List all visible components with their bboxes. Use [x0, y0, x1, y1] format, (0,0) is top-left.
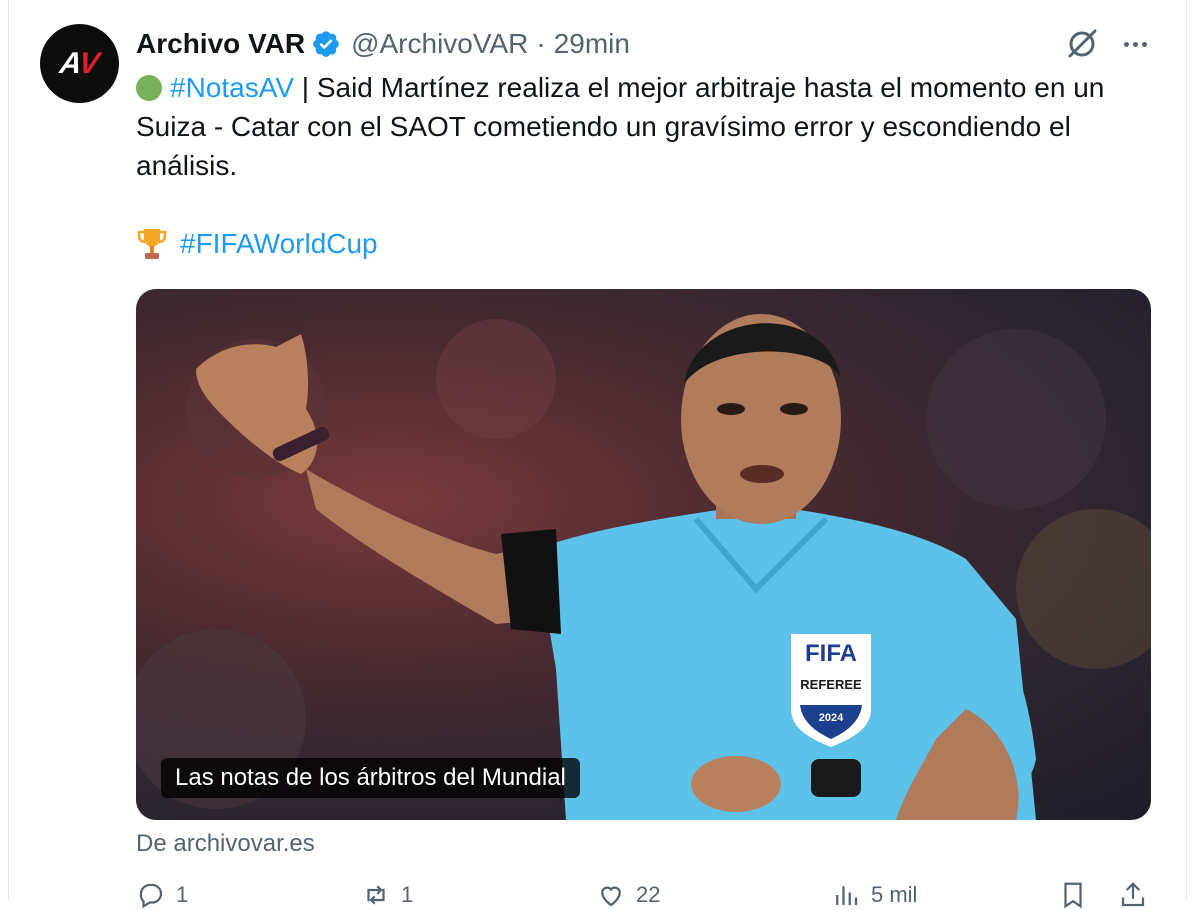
repost-count: 1 — [401, 882, 414, 907]
tweet-header: Archivo VAR @ArchivoVAR · 29min — [136, 24, 630, 64]
timestamp[interactable]: 29min — [554, 28, 630, 60]
trophy-emoji — [137, 229, 167, 259]
like-button[interactable]: 22 — [596, 880, 660, 910]
badge-referee-text: REFEREE — [800, 677, 862, 692]
repost-button[interactable]: 1 — [361, 880, 413, 910]
tweet-text: #NotasAV | Said Martínez realiza el mejo… — [136, 68, 1156, 185]
card-caption: Las notas de los árbitros del Mundial — [161, 758, 580, 798]
hashtag-line: #FIFAWorldCup — [136, 224, 378, 264]
tweet[interactable]: AV Archivo VAR @ArchivoVAR · 29min #Nota… — [0, 0, 1200, 909]
link-card-image[interactable]: FIFA REFEREE 2024 Las notas de los árbit… — [136, 289, 1151, 820]
tweet-actions: 1 1 22 5 mil — [136, 880, 1151, 910]
views-count: 5 mil — [871, 882, 918, 907]
separator-dot: · — [536, 28, 546, 59]
bookmark-button[interactable] — [1058, 880, 1088, 910]
more-icon[interactable] — [1117, 30, 1153, 58]
views-button[interactable]: 5 mil — [831, 880, 917, 910]
share-button[interactable] — [1118, 880, 1148, 910]
user-handle[interactable]: @ArchivoVAR — [351, 28, 528, 60]
display-name[interactable]: Archivo VAR — [136, 28, 305, 60]
badge-year-text: 2024 — [819, 712, 844, 724]
referee-photo: FIFA REFEREE 2024 — [136, 314, 1151, 820]
share-icon — [1121, 882, 1145, 907]
grok-icon[interactable] — [1064, 26, 1100, 62]
like-icon — [601, 886, 621, 907]
bookmark-icon — [1064, 882, 1082, 909]
repost-icon — [367, 885, 385, 905]
reply-count: 1 — [176, 882, 189, 907]
reply-button[interactable]: 1 — [136, 880, 188, 910]
green-circle-emoji — [136, 75, 162, 101]
avatar[interactable]: AV — [40, 24, 119, 103]
card-source-link[interactable]: De archivovar.es — [136, 830, 315, 858]
hashtag-fifaworldcup[interactable]: #FIFAWorldCup — [180, 228, 378, 260]
badge-fifa-text: FIFA — [805, 640, 857, 667]
views-icon — [836, 886, 858, 905]
reply-icon — [139, 883, 163, 909]
verified-badge-icon — [313, 31, 339, 57]
like-count: 22 — [636, 882, 661, 907]
archivo-var-logo-icon: AV — [57, 46, 102, 80]
hashtag-notasav[interactable]: #NotasAV — [170, 72, 294, 103]
